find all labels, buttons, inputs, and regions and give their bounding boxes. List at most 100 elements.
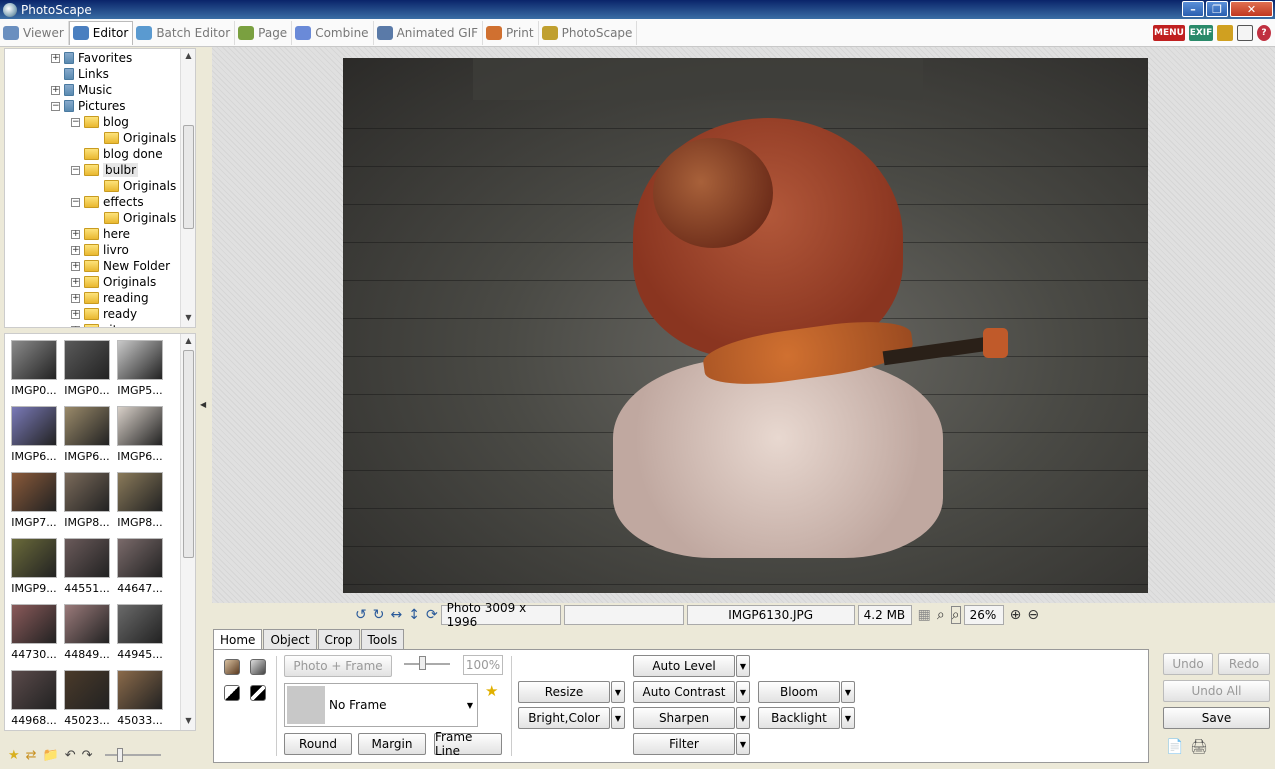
thumbs-scroll-thumb[interactable] (183, 350, 194, 558)
expander-icon[interactable]: + (71, 245, 80, 255)
tree-item[interactable]: Originals (91, 130, 176, 146)
expander-icon[interactable]: − (71, 165, 80, 175)
flip-vertical-icon[interactable]: ↕ (408, 607, 420, 623)
resize-button[interactable]: Resize (518, 681, 610, 703)
thumb-size-slider[interactable] (104, 748, 161, 762)
photo-frame-button[interactable]: Photo + Frame (284, 655, 392, 677)
new-document-icon[interactable]: 📄 (1166, 739, 1183, 755)
tab-combine[interactable]: Combine (292, 20, 374, 45)
print-icon[interactable]: 🖨 (1190, 739, 1208, 755)
panel-tab-crop[interactable]: Crop (317, 629, 360, 649)
auto-level-button[interactable]: Auto Level (633, 655, 735, 677)
filter-dropdown-icon[interactable]: ▼ (736, 733, 750, 755)
thumbnail[interactable]: 44945... (115, 604, 165, 668)
auto-tone-icon[interactable] (224, 659, 240, 675)
undo-button[interactable]: Undo (1163, 653, 1213, 675)
scroll-up-icon[interactable]: ▲ (181, 336, 195, 350)
tree-item[interactable]: Originals (91, 178, 176, 194)
thumbnail[interactable]: 44968... (9, 670, 59, 730)
tree-item[interactable]: + reading (71, 290, 149, 306)
thumbnail[interactable]: IMGP7... (9, 472, 59, 536)
tab-editor[interactable]: Editor (68, 20, 134, 45)
frame-line-button[interactable]: Frame Line (434, 730, 502, 758)
tree-item[interactable]: Originals (91, 210, 176, 226)
sharpen-button[interactable]: Sharpen (633, 707, 735, 729)
flip-horizontal-icon[interactable]: ↔ (390, 607, 402, 623)
sharpen-dropdown-icon[interactable]: ▼ (736, 707, 750, 729)
image-canvas[interactable] (212, 47, 1275, 603)
tab-page[interactable]: Page (235, 20, 293, 45)
tree-item[interactable]: + New Folder (71, 258, 170, 274)
undo-all-button[interactable]: Undo All (1163, 680, 1270, 702)
expander-icon[interactable]: + (51, 53, 60, 63)
thumbnail[interactable]: IMGP0... (62, 340, 112, 404)
zoom-out-icon[interactable]: ⊖ (1027, 607, 1039, 623)
expander-icon[interactable]: + (71, 229, 80, 239)
auto-contrast-dropdown-icon[interactable]: ▼ (736, 681, 750, 703)
back-arrow-icon[interactable]: ↶ (65, 748, 76, 763)
panel-tab-object[interactable]: Object (263, 629, 317, 649)
frame-slider-knob[interactable] (419, 656, 426, 670)
tree-item[interactable]: + site (71, 322, 125, 327)
panel-tab-tools[interactable]: Tools (360, 629, 405, 649)
expander-icon[interactable]: + (71, 309, 80, 319)
resize-dropdown-icon[interactable]: ▼ (611, 681, 625, 703)
round-button[interactable]: Round (284, 733, 352, 755)
expander-icon[interactable]: + (71, 293, 80, 303)
tree-item[interactable]: − blog (71, 114, 129, 130)
minimize-button[interactable]: – (1182, 1, 1204, 17)
tab-animated-gif[interactable]: Animated GIF (374, 20, 484, 45)
thumbnail[interactable]: IMGP6... (115, 406, 165, 470)
collapse-arrow-icon[interactable]: ◀ (200, 400, 206, 409)
thumbnail[interactable]: 44647... (115, 538, 165, 602)
tree-scrollbar[interactable]: ▲ ▼ (180, 49, 195, 327)
save-button[interactable]: Save (1163, 707, 1270, 729)
grayscale-icon[interactable] (250, 659, 266, 675)
bright-color-button[interactable]: Bright,Color (518, 707, 610, 729)
backlight-dropdown-icon[interactable]: ▼ (841, 707, 855, 729)
tab-photoscape[interactable]: PhotoScape (539, 20, 638, 45)
tree-item[interactable]: − effects (71, 194, 144, 210)
close-button[interactable]: ✕ (1230, 1, 1273, 17)
exif-button[interactable]: EXIF (1189, 25, 1213, 41)
forward-arrow-icon[interactable]: ↷ (82, 748, 93, 763)
auto-level-dropdown-icon[interactable]: ▼ (736, 655, 750, 677)
expander-icon[interactable]: − (71, 197, 80, 207)
zoom-actual-icon[interactable]: ⌕ (950, 606, 961, 624)
expander-icon[interactable]: + (51, 85, 60, 95)
scroll-down-icon[interactable]: ▼ (181, 313, 195, 327)
rotate-left-icon[interactable]: ↺ (355, 607, 367, 623)
thumbnail[interactable]: 44730... (9, 604, 59, 668)
expander-icon[interactable]: + (71, 325, 80, 327)
thumbnail[interactable]: IMGP8... (62, 472, 112, 536)
expander-icon[interactable]: + (71, 277, 80, 287)
transparency-icon[interactable]: ▦ (918, 607, 931, 623)
folder-icon[interactable]: 📁 (43, 748, 59, 763)
frame-slider-track[interactable] (404, 663, 450, 665)
margin-button[interactable]: Margin (358, 733, 426, 755)
star-icon[interactable]: ★ (485, 682, 498, 700)
scroll-up-icon[interactable]: ▲ (181, 51, 195, 65)
tree-item[interactable]: + Originals (71, 274, 156, 290)
panel-splitter[interactable]: ◀ (196, 330, 210, 490)
tab-print[interactable]: Print (483, 20, 539, 45)
folder-tree[interactable]: ▲ ▼ + Favorites Links + Music − Pictures − blog O… (4, 48, 196, 328)
redo-button[interactable]: Redo (1218, 653, 1270, 675)
tree-item[interactable]: + Favorites (51, 50, 132, 66)
expander-icon[interactable]: − (71, 117, 80, 127)
filter-button[interactable]: Filter (633, 733, 735, 755)
tab-viewer[interactable]: Viewer (0, 20, 69, 45)
tree-item[interactable]: + Music (51, 82, 112, 98)
help-icon[interactable]: ? (1257, 25, 1271, 41)
tree-item[interactable]: + here (71, 226, 130, 242)
tree-item[interactable]: + ready (71, 306, 137, 322)
thumbnail[interactable]: IMGP5... (115, 340, 165, 404)
scroll-down-icon[interactable]: ▼ (181, 716, 195, 730)
thumbnail[interactable]: IMGP8... (115, 472, 165, 536)
zoom-fit-icon[interactable]: ⌕ (937, 607, 945, 623)
expander-icon[interactable]: − (51, 101, 60, 111)
tree-item[interactable]: − bulbr (71, 162, 139, 178)
thumbnail[interactable]: 44849... (62, 604, 112, 668)
thumbnail[interactable]: 45033... (115, 670, 165, 730)
bright-color-dropdown-icon[interactable]: ▼ (611, 707, 625, 729)
